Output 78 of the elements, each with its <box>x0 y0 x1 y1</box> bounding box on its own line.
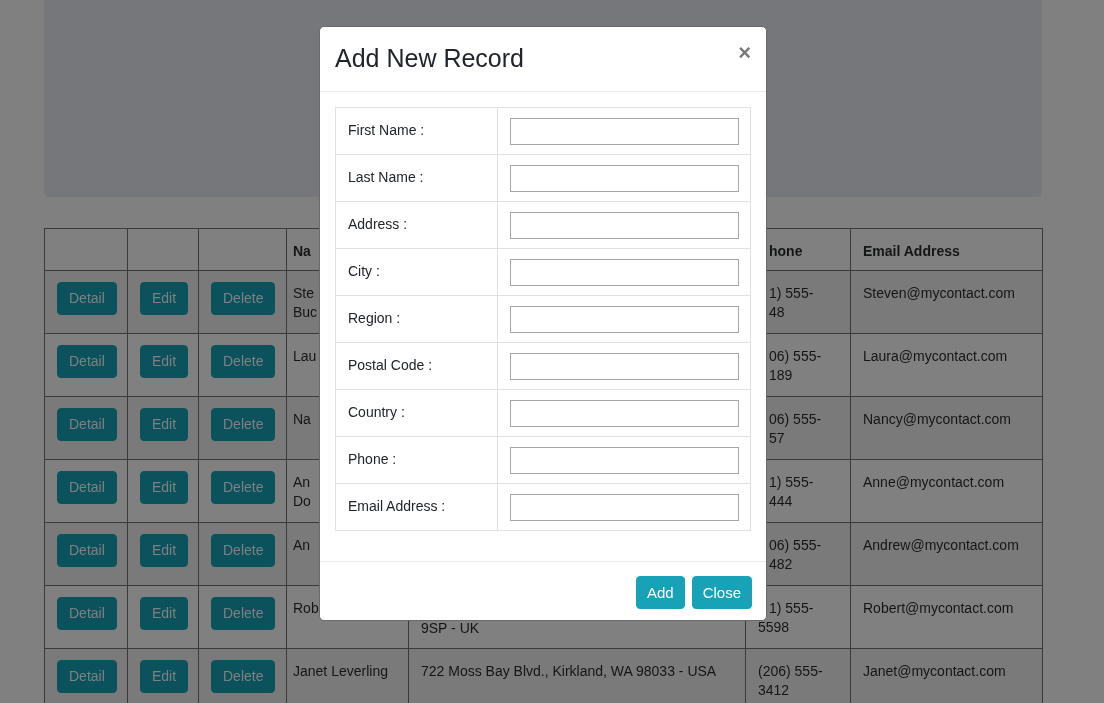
field-label: Address : <box>348 216 408 233</box>
name-text: Janet Leverling <box>293 663 388 680</box>
text-input[interactable] <box>510 400 739 427</box>
address-text: 9SP - UK <box>421 620 480 637</box>
phone-text: 5598 <box>758 619 790 636</box>
detail-button[interactable]: Detail <box>57 534 117 567</box>
add-button[interactable]: Add <box>635 576 685 609</box>
delete-button[interactable]: Delete <box>211 471 276 504</box>
phone-text: 06) 555- <box>769 348 822 365</box>
close-button[interactable]: Close <box>691 576 752 609</box>
detail-button[interactable]: Detail <box>57 282 117 315</box>
name-text: An <box>293 537 311 554</box>
name-text: Na <box>293 411 311 428</box>
delete-button[interactable]: Delete <box>211 597 276 630</box>
delete-button[interactable]: Delete <box>211 345 276 378</box>
phone-text: 444 <box>769 493 793 510</box>
edit-button[interactable]: Edit <box>140 660 189 693</box>
text-input[interactable] <box>510 306 739 333</box>
field-label: City : <box>348 263 380 280</box>
phone-text: 57 <box>769 430 785 447</box>
text-input[interactable] <box>510 353 739 380</box>
email-text: Robert@mycontact.com <box>863 600 1014 617</box>
edit-button[interactable]: Edit <box>140 534 189 567</box>
name-text: Do <box>293 493 311 510</box>
name-text: An <box>293 474 311 491</box>
text-input[interactable] <box>510 212 739 239</box>
detail-button[interactable]: Detail <box>57 345 117 378</box>
email-text: Laura@mycontact.com <box>863 348 1008 365</box>
column-header: hone <box>769 243 803 260</box>
text-input[interactable] <box>510 447 739 474</box>
edit-button[interactable]: Edit <box>140 597 189 630</box>
phone-text: 3412 <box>758 682 790 699</box>
phone-text: 1) 555- <box>769 474 814 491</box>
detail-button[interactable]: Detail <box>57 597 117 630</box>
email-text: Andrew@mycontact.com <box>863 537 1019 554</box>
field-label: First Name : <box>348 122 425 139</box>
edit-button[interactable]: Edit <box>140 282 189 315</box>
phone-text: 06) 555- <box>769 411 822 428</box>
name-text: Buc <box>293 304 318 321</box>
column-header: Na <box>293 243 311 260</box>
text-input[interactable] <box>510 494 739 521</box>
column-header: Email Address <box>863 243 960 260</box>
name-text: Rob <box>293 600 319 617</box>
edit-button[interactable]: Edit <box>140 408 189 441</box>
delete-button[interactable]: Delete <box>211 408 276 441</box>
delete-button[interactable]: Delete <box>211 534 276 567</box>
email-text: Steven@mycontact.com <box>863 285 1015 302</box>
phone-text: 482 <box>769 556 793 573</box>
address-text: 722 Moss Bay Blvd., Kirkland, WA 98033 - USA <box>421 663 717 680</box>
detail-button[interactable]: Detail <box>57 471 117 504</box>
name-text: Ste <box>293 285 314 302</box>
email-text: Janet@mycontact.com <box>863 663 1006 680</box>
field-label: Country : <box>348 404 405 421</box>
phone-text: 189 <box>769 367 793 384</box>
delete-button[interactable]: Delete <box>211 660 276 693</box>
modal-title: Add New Record <box>335 43 524 74</box>
delete-button[interactable]: Delete <box>211 282 276 315</box>
phone-text: (206) 555- <box>758 663 823 680</box>
field-label: Last Name : <box>348 169 424 186</box>
phone-text: 48 <box>769 304 785 321</box>
edit-button[interactable]: Edit <box>140 345 189 378</box>
field-label: Postal Code : <box>348 357 433 374</box>
edit-button[interactable]: Edit <box>140 471 189 504</box>
email-text: Anne@mycontact.com <box>863 474 1005 491</box>
field-label: Email Address : <box>348 498 446 515</box>
detail-button[interactable]: Detail <box>57 660 117 693</box>
name-text: Lau <box>293 348 317 365</box>
phone-text: 06) 555- <box>769 537 822 554</box>
detail-button[interactable]: Detail <box>57 408 117 441</box>
text-input[interactable] <box>510 118 739 145</box>
email-text: Nancy@mycontact.com <box>863 411 1012 428</box>
field-label: Phone : <box>348 451 397 468</box>
text-input[interactable] <box>510 259 739 286</box>
phone-text: 1) 555- <box>769 285 814 302</box>
text-input[interactable] <box>510 165 739 192</box>
dismiss-button[interactable]: × <box>738 42 751 64</box>
phone-text: 1) 555- <box>769 600 814 617</box>
field-label: Region : <box>348 310 401 327</box>
